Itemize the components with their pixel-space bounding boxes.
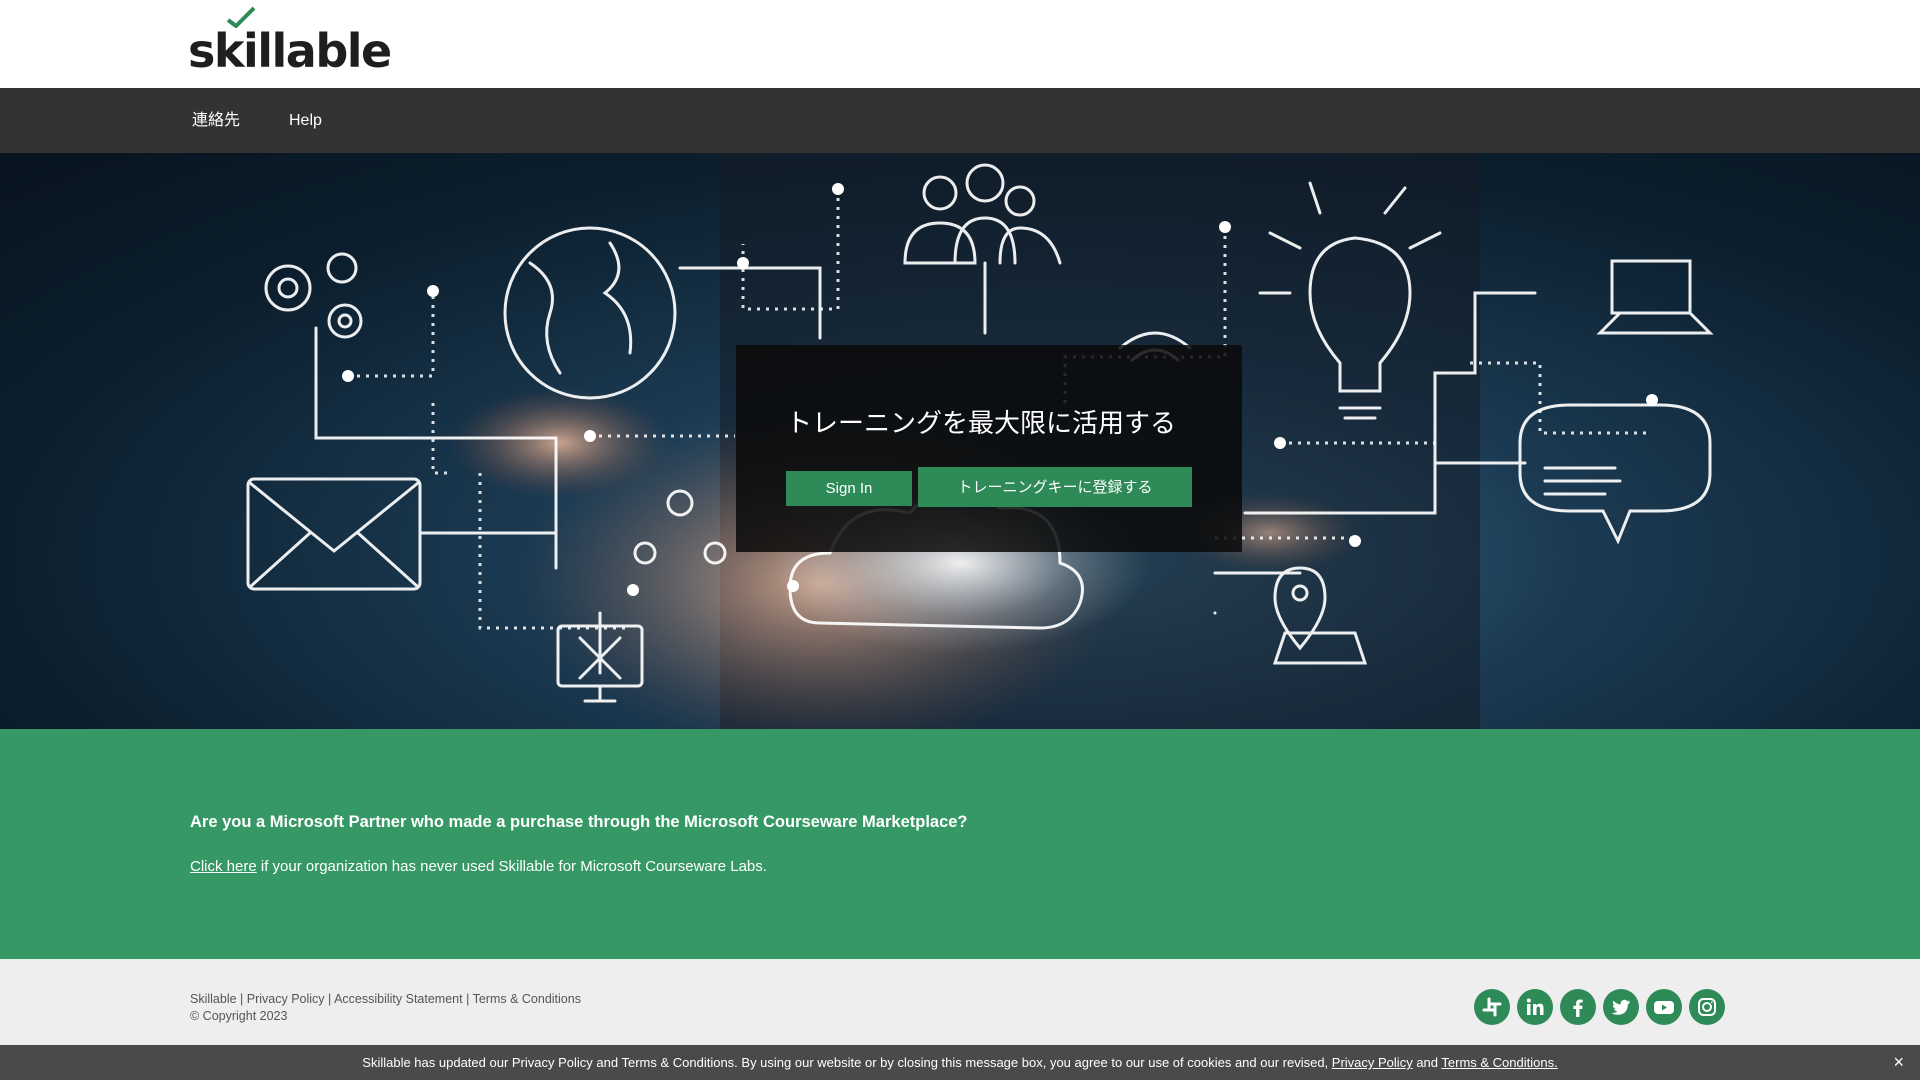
- click-here-link[interactable]: Click here: [190, 858, 257, 875]
- logo-text: skillable: [188, 24, 392, 78]
- footer-link-terms[interactable]: Terms & Conditions: [473, 992, 581, 1006]
- youtube-icon[interactable]: [1646, 989, 1682, 1025]
- site-footer: Skillable | Privacy Policy | Accessibili…: [0, 959, 1920, 1045]
- hero-banner: トレーニングを最大限に活用する Sign In トレーニングキーに登録する: [0, 153, 1920, 729]
- instagram-icon[interactable]: [1689, 989, 1725, 1025]
- footer-sep: |: [236, 992, 247, 1006]
- cookie-message: Skillable has updated our Privacy Policy…: [362, 1055, 1332, 1070]
- nav-item-contact[interactable]: 連絡先: [192, 88, 240, 153]
- footer-link-skillable[interactable]: Skillable: [190, 992, 237, 1006]
- footer-link-accessibility[interactable]: Accessibility Statement: [334, 992, 463, 1006]
- cookie-privacy-link[interactable]: Privacy Policy: [1332, 1055, 1413, 1070]
- sign-in-button[interactable]: Sign In: [786, 471, 912, 506]
- site-header: skillable: [0, 0, 1920, 88]
- partner-section: Are you a Microsoft Partner who made a p…: [0, 729, 1920, 959]
- footer-link-privacy[interactable]: Privacy Policy: [247, 992, 325, 1006]
- linkedin-icon[interactable]: [1517, 989, 1553, 1025]
- register-training-key-button[interactable]: トレーニングキーに登録する: [918, 467, 1192, 507]
- hero-title: トレーニングを最大限に活用する: [786, 409, 1177, 439]
- facebook-icon[interactable]: [1560, 989, 1596, 1025]
- copyright-text: © Copyright 2023: [190, 1009, 288, 1023]
- partner-question: Are you a Microsoft Partner who made a p…: [190, 813, 968, 831]
- main-nav: 連絡先 Help: [0, 88, 1920, 153]
- footer-sep: |: [324, 992, 335, 1006]
- footer-sep: |: [462, 992, 473, 1006]
- hero-callout: トレーニングを最大限に活用する Sign In トレーニングキーに登録する: [736, 345, 1242, 552]
- nav-item-help[interactable]: Help: [289, 88, 322, 153]
- close-icon[interactable]: ×: [1893, 1045, 1904, 1080]
- social-links: [1474, 989, 1725, 1025]
- twitter-icon[interactable]: [1603, 989, 1639, 1025]
- slack-icon[interactable]: [1474, 989, 1510, 1025]
- logo-check-icon: [226, 6, 256, 28]
- skillable-logo[interactable]: skillable: [188, 6, 392, 78]
- partner-line: Click here if your organization has neve…: [190, 858, 767, 875]
- cookie-and-text: and: [1412, 1055, 1442, 1070]
- cookie-banner: Skillable has updated our Privacy Policy…: [0, 1045, 1920, 1080]
- footer-links: Skillable | Privacy Policy | Accessibili…: [190, 991, 581, 1025]
- cookie-terms-link[interactable]: Terms & Conditions.: [1441, 1055, 1557, 1070]
- partner-line-text: if your organization has never used Skil…: [256, 858, 767, 875]
